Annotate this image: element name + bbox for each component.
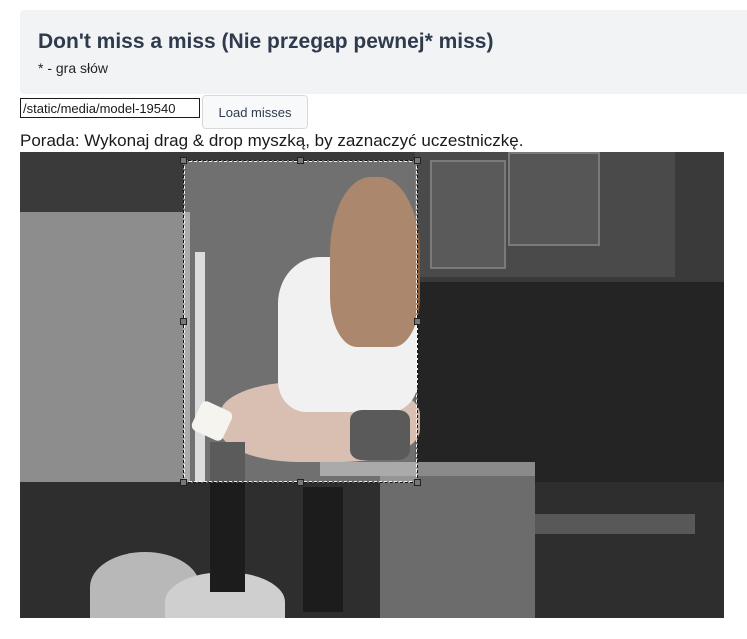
resize-handle-top-right[interactable]	[414, 157, 421, 164]
background-wall	[415, 282, 724, 482]
photo-canvas[interactable]	[20, 152, 724, 618]
resize-handle-top[interactable]	[297, 157, 304, 164]
resize-handle-left[interactable]	[180, 318, 187, 325]
background-window	[20, 212, 190, 512]
resize-handle-bottom-right[interactable]	[414, 479, 421, 486]
resize-handle-right[interactable]	[414, 318, 421, 325]
image-url-input[interactable]	[20, 98, 200, 118]
background-cabinet-door	[430, 160, 506, 269]
person-sock	[303, 487, 343, 612]
background-cabinet-door	[508, 152, 600, 246]
background-lower-cabinet	[380, 476, 535, 618]
resize-handle-bottom[interactable]	[297, 479, 304, 486]
selection-box[interactable]	[180, 157, 421, 486]
background-counter	[535, 514, 695, 534]
resize-handle-bottom-left[interactable]	[180, 479, 187, 486]
page-subtitle: * - gra słów	[38, 60, 109, 76]
page-header: Don't miss a miss (Nie przegap pewnej* m…	[20, 10, 747, 94]
load-misses-button[interactable]: Load misses	[202, 95, 308, 129]
page-title: Don't miss a miss (Nie przegap pewnej* m…	[38, 30, 494, 53]
usage-hint: Porada: Wykonaj drag & drop myszką, by z…	[20, 131, 524, 150]
resize-handle-top-left[interactable]	[180, 157, 187, 164]
